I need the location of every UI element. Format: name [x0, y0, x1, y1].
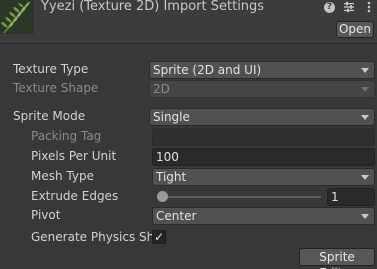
texture-shape-value: 2D	[153, 82, 170, 96]
texture-type-dropdown[interactable]: Sprite (2D and UI)	[149, 61, 375, 79]
sprite-mode-dropdown[interactable]: Single	[149, 108, 375, 126]
chevron-down-icon	[361, 175, 369, 180]
chevron-down-icon	[361, 87, 369, 92]
chevron-down-icon	[361, 214, 369, 219]
open-button[interactable]: Open	[336, 21, 374, 38]
mesh-type-dropdown[interactable]: Tight	[152, 168, 375, 186]
pixels-per-unit-label: Pixels Per Unit	[31, 149, 117, 163]
sprite-editor-button[interactable]: Sprite Editor	[299, 248, 375, 269]
extrude-edges-label: Extrude Edges	[31, 189, 119, 203]
mesh-type-value: Tight	[156, 170, 187, 184]
extrude-edges-slider-track[interactable]	[161, 196, 321, 198]
texture-type-label: Texture Type	[13, 62, 89, 76]
extrude-edges-value-field[interactable]: 1	[327, 188, 375, 206]
help-icon[interactable]: ?	[324, 1, 335, 13]
pivot-value: Center	[156, 209, 197, 223]
extrude-edges-slider-handle[interactable]	[157, 191, 168, 202]
generate-physics-shape-checkbox[interactable]: ✓	[152, 230, 166, 244]
texture-shape-dropdown: 2D	[149, 80, 375, 98]
header-icons: ?	[324, 0, 375, 14]
texture-thumbnail	[0, 0, 34, 34]
texture-shape-label: Texture Shape	[13, 81, 99, 95]
sprite-mode-value: Single	[153, 110, 190, 124]
inspector-title: Yyezi (Texture 2D) Import Settings	[41, 0, 265, 14]
pivot-dropdown[interactable]: Center	[152, 207, 375, 225]
generate-physics-shape-label: Generate Physics Sha	[31, 230, 162, 244]
pivot-row: Pivot Center	[0, 207, 377, 225]
generate-physics-shape-row: Generate Physics Sha ✓	[0, 229, 377, 247]
sprite-mode-row: Sprite Mode Single	[0, 108, 377, 126]
pixels-per-unit-field[interactable]: 100	[152, 148, 375, 166]
pivot-label: Pivot	[31, 208, 61, 222]
texture-type-value: Sprite (2D and UI)	[153, 63, 262, 77]
pixels-per-unit-row: Pixels Per Unit 100	[0, 148, 377, 166]
packing-tag-label: Packing Tag	[31, 129, 102, 143]
texture-type-row: Texture Type Sprite (2D and UI)	[0, 61, 377, 79]
extrude-edges-row: Extrude Edges 1	[0, 188, 377, 206]
mesh-type-row: Mesh Type Tight	[0, 168, 377, 186]
sprite-mode-label: Sprite Mode	[13, 109, 86, 123]
packing-tag-field	[152, 128, 375, 146]
mesh-type-label: Mesh Type	[31, 169, 94, 183]
packing-tag-row: Packing Tag	[0, 128, 377, 146]
inspector-header: Yyezi (Texture 2D) Import Settings ? Ope…	[0, 0, 377, 44]
settings-sliders-icon[interactable]	[343, 1, 355, 13]
kebab-menu-icon[interactable]	[363, 1, 375, 13]
texture-shape-row: Texture Shape 2D	[0, 80, 377, 98]
chevron-down-icon	[361, 68, 369, 73]
chevron-down-icon	[361, 115, 369, 120]
